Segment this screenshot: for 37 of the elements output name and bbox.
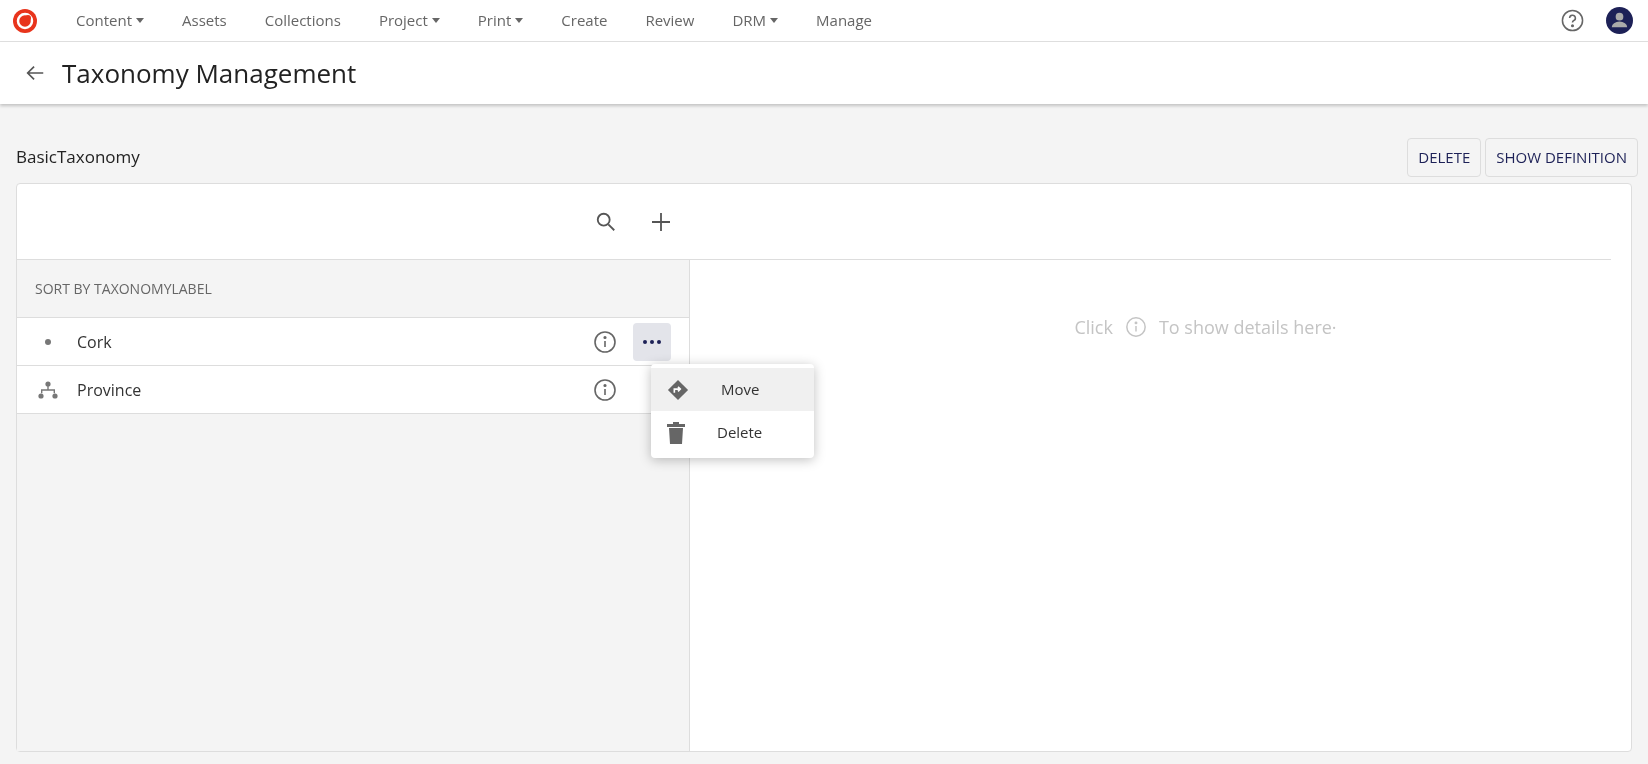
nav-link[interactable]: Manage	[816, 9, 872, 32]
hierarchy-icon	[38, 380, 58, 399]
caret-icon	[431, 18, 440, 23]
menu-item[interactable]: Move	[651, 368, 814, 411]
nav-link[interactable]: DRM	[732, 9, 779, 32]
ellipsis-icon	[643, 339, 661, 344]
hint-text: Click	[1074, 313, 1113, 341]
page-title: Taxonomy Management	[62, 53, 357, 93]
plus-icon[interactable]	[651, 211, 671, 232]
tree-item-label: Cork	[77, 329, 112, 354]
info-icon[interactable]	[593, 329, 617, 354]
nav-link[interactable]: Print	[477, 9, 524, 32]
help-icon[interactable]	[1561, 9, 1584, 32]
nav-link[interactable]: Collections	[264, 9, 341, 32]
menu-item[interactable]: Delete	[651, 411, 814, 454]
avatar-icon[interactable]	[1606, 7, 1633, 34]
tree-item-label: Province	[77, 377, 142, 402]
search-icon[interactable]	[595, 210, 617, 233]
trash-icon	[667, 421, 685, 444]
turn-arrow-icon	[667, 378, 689, 401]
header-button[interactable]: SHOW DEFINITION	[1485, 137, 1638, 177]
caret-icon	[770, 18, 779, 23]
nav-link[interactable]: Project	[378, 9, 440, 32]
header-button[interactable]: DELETE	[1407, 137, 1482, 177]
nav-link[interactable]: Review	[645, 9, 695, 32]
logo-icon	[12, 7, 38, 34]
sort-label: SORT BY TAXONOMYLABEL	[35, 278, 212, 299]
more-button[interactable]	[633, 322, 671, 361]
hint-text: To show details here·	[1158, 313, 1337, 341]
caret-icon	[515, 18, 524, 23]
dot-icon	[45, 338, 51, 345]
nav-link[interactable]: Content	[76, 9, 144, 32]
nav-link[interactable]: Assets	[182, 9, 227, 32]
info-icon[interactable]	[593, 377, 617, 402]
taxonomy-name: BasicTaxonomy	[16, 144, 140, 170]
nav-link[interactable]: Create	[561, 9, 608, 32]
caret-icon	[136, 18, 144, 23]
